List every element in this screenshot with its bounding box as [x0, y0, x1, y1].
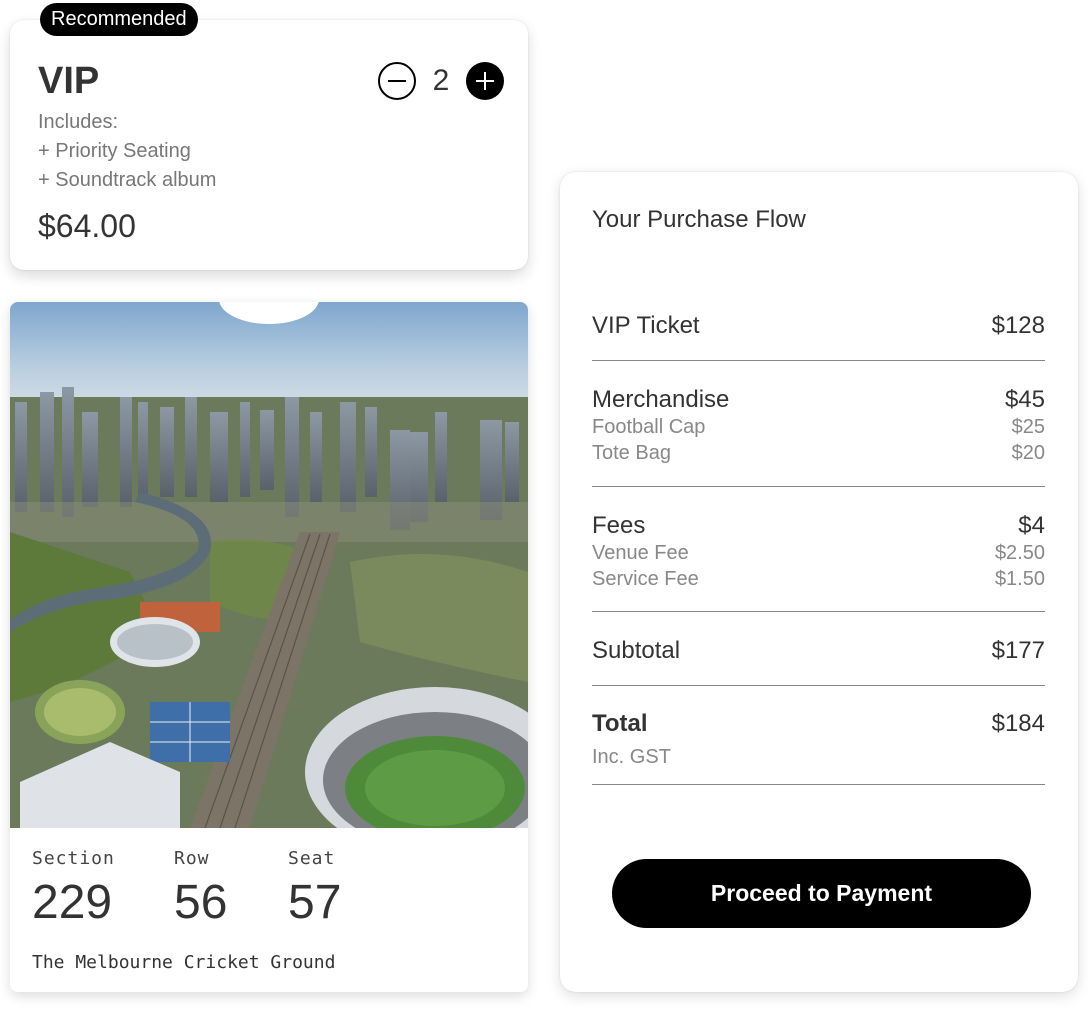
- seat-group: Seat 57: [288, 848, 341, 930]
- subtotal-amount: $177: [991, 637, 1045, 664]
- merch-item-amount: $25: [1011, 416, 1045, 438]
- purchase-summary-card: Your Purchase Flow VIP Ticket $128 Merch…: [560, 172, 1078, 992]
- quantity-stepper: 2: [378, 62, 504, 100]
- seat-label: Seat: [288, 848, 336, 869]
- proceed-to-payment-button[interactable]: Proceed to Payment: [612, 859, 1031, 928]
- includes-list: Includes: + Priority Seating + Soundtrac…: [38, 108, 216, 195]
- seat-details: Section 229 Row 56 Seat 57 The Melbourne…: [10, 828, 528, 992]
- vip-ticket-amount: $128: [991, 312, 1045, 339]
- section-group: Section 229: [32, 848, 115, 930]
- quantity-value: 2: [432, 64, 450, 97]
- includes-label: Includes:: [38, 111, 119, 133]
- total-amount: $184: [991, 710, 1045, 737]
- merch-item-label: Football Cap: [592, 416, 706, 438]
- stadium-aerial-photo: [10, 302, 528, 828]
- merchandise-row: Merchandise $45 Football Cap $25 Tote Ba…: [592, 386, 1045, 466]
- fees-amount: $4: [1018, 512, 1045, 539]
- fee-item-amount: $2.50: [994, 542, 1045, 564]
- ticket-card: Section 229 Row 56 Seat 57 The Melbourne…: [10, 302, 528, 992]
- divider: [592, 611, 1045, 612]
- section-value: 229: [32, 876, 113, 929]
- fees-label: Fees: [592, 512, 646, 539]
- section-label: Section: [32, 848, 115, 869]
- gst-note: Inc. GST: [592, 746, 671, 768]
- include-item: + Soundtrack album: [38, 169, 217, 191]
- row-group: Row 56: [174, 848, 227, 930]
- subtotal-row: Subtotal $177: [592, 637, 1045, 665]
- merchandise-amount: $45: [1004, 386, 1045, 413]
- divider: [592, 486, 1045, 487]
- subtotal-label: Subtotal: [592, 637, 681, 664]
- merch-item-amount: $20: [1011, 442, 1045, 464]
- fee-item-label: Venue Fee: [592, 542, 689, 564]
- venue-name: The Melbourne Cricket Ground: [32, 952, 336, 973]
- decrease-quantity-button[interactable]: [378, 62, 416, 100]
- fees-row: Fees $4 Venue Fee $2.50 Service Fee $1.5…: [592, 512, 1045, 592]
- vip-ticket-label: VIP Ticket: [592, 312, 700, 339]
- ticket-tier-title: VIP: [38, 60, 100, 102]
- ticket-option-card: VIP 2 Includes: + Priority Seating + Sou…: [10, 20, 528, 270]
- seat-value: 57: [288, 876, 342, 929]
- summary-title: Your Purchase Flow: [592, 206, 806, 233]
- fee-item-amount: $1.50: [994, 568, 1045, 590]
- fee-item-label: Service Fee: [592, 568, 699, 590]
- recommended-badge: Recommended: [40, 3, 198, 36]
- include-item: + Priority Seating: [38, 140, 191, 162]
- merch-item-label: Tote Bag: [592, 442, 671, 464]
- increase-quantity-button[interactable]: [466, 62, 504, 100]
- merchandise-label: Merchandise: [592, 386, 730, 413]
- row-label: Row: [174, 848, 210, 869]
- divider: [592, 784, 1045, 785]
- row-value: 56: [174, 876, 228, 929]
- total-label: Total: [592, 710, 648, 737]
- divider: [592, 685, 1045, 686]
- ticket-price: $64.00: [38, 208, 136, 244]
- vip-ticket-row: VIP Ticket $128: [592, 312, 1045, 340]
- total-row: Total $184 Inc. GST: [592, 710, 1045, 770]
- divider: [592, 360, 1045, 361]
